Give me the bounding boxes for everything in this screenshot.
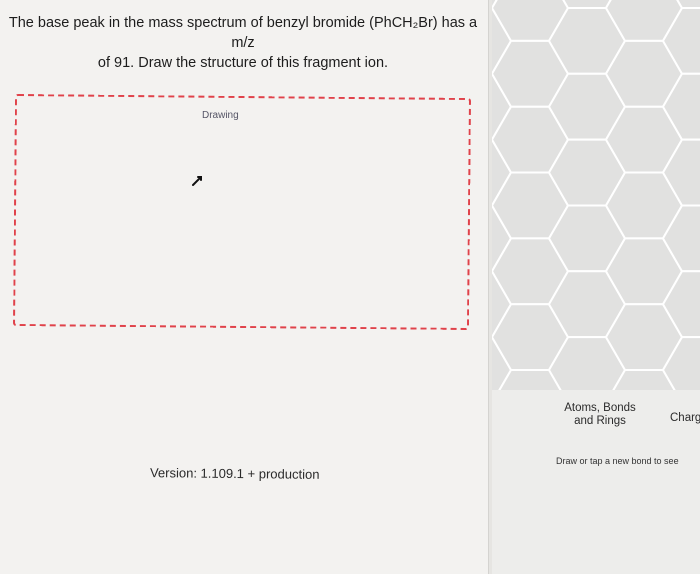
tab-charge[interactable]: Charg	[670, 412, 700, 424]
question-line-2: of 91. Draw the structure of this fragme…	[97, 55, 389, 71]
structure-editor: Atoms, Bonds and Rings Charg Draw or tap…	[492, 0, 700, 574]
drawing-label: Drawing	[202, 110, 239, 121]
tab-atoms-label-line-1: Atoms, Bonds	[564, 402, 636, 414]
tab-atoms-bonds-rings[interactable]: Atoms, Bonds and Rings	[552, 402, 648, 428]
tab-atoms-label-line-2: and Rings	[574, 415, 626, 427]
hexagon-grid-canvas[interactable]	[492, 0, 700, 390]
editor-hint-text: Draw or tap a new bond to see	[556, 456, 679, 466]
question-line-1: The base peak in the mass spectrum of be…	[8, 15, 478, 51]
pointer-arrow-icon	[192, 176, 202, 186]
question-panel: The base peak in the mass spectrum of be…	[0, 0, 488, 574]
editor-toolbar: Atoms, Bonds and Rings Charg Draw or tap…	[492, 390, 700, 574]
drawing-area[interactable]	[12, 94, 472, 330]
version-text: Version: 1.109.1 + production	[149, 465, 320, 482]
question-text: The base peak in the mass spectrum of be…	[8, 13, 478, 73]
